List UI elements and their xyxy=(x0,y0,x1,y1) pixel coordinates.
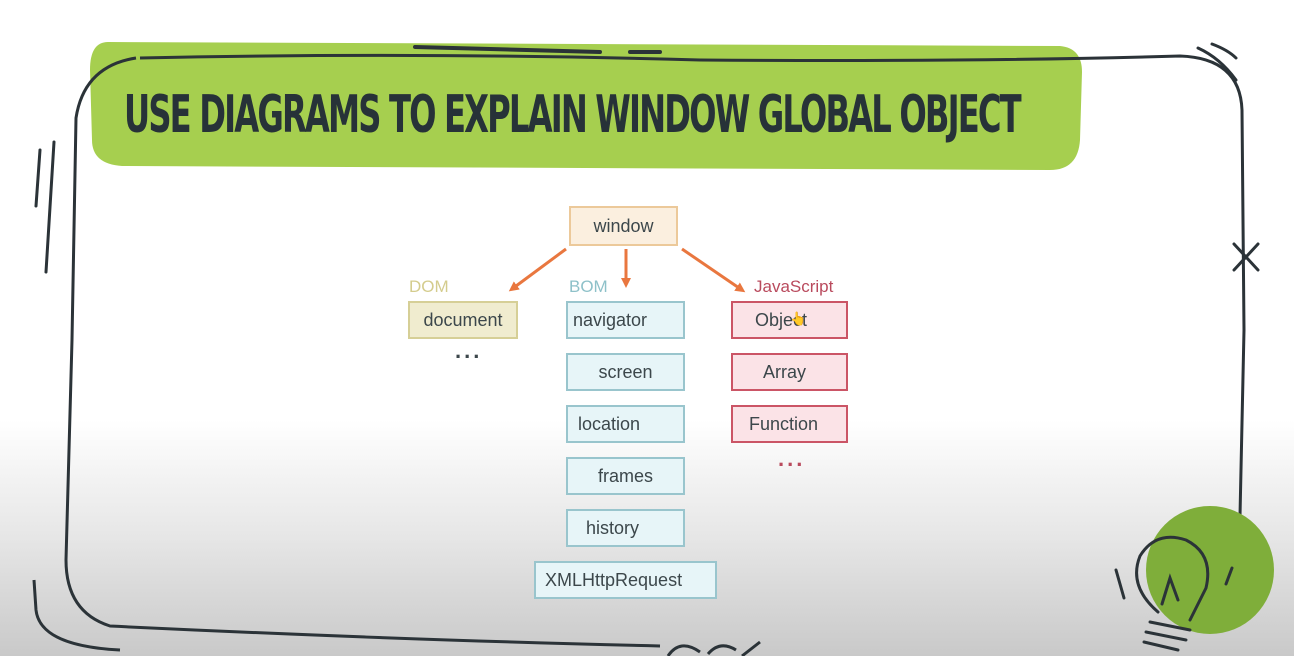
dom-more: ... xyxy=(455,338,483,363)
array-node: Array xyxy=(731,353,848,391)
bulb-circle xyxy=(1146,506,1274,634)
page-title: Use diagrams to explain window global ob… xyxy=(124,85,1022,145)
navigator-node: navigator xyxy=(566,301,685,339)
bom-label: BOM xyxy=(569,277,608,296)
cross-mark xyxy=(1232,242,1260,272)
arrow-to-js xyxy=(681,247,746,293)
arrow-to-dom xyxy=(508,247,567,292)
window-node: window xyxy=(569,206,678,246)
mouse-cursor-icon: 👆 xyxy=(790,311,807,326)
frames-node: frames xyxy=(566,457,685,495)
history-node: history xyxy=(566,509,685,547)
javascript-label: JavaScript xyxy=(754,277,834,296)
dom-label: DOM xyxy=(409,277,449,296)
javascript-more: ... xyxy=(778,446,806,471)
xmlhttprequest-node: XMLHttpRequest xyxy=(534,561,717,599)
function-node: Function xyxy=(731,405,848,443)
document-node: document xyxy=(408,301,518,339)
location-node: location xyxy=(566,405,685,443)
screen-node: screen xyxy=(566,353,685,391)
